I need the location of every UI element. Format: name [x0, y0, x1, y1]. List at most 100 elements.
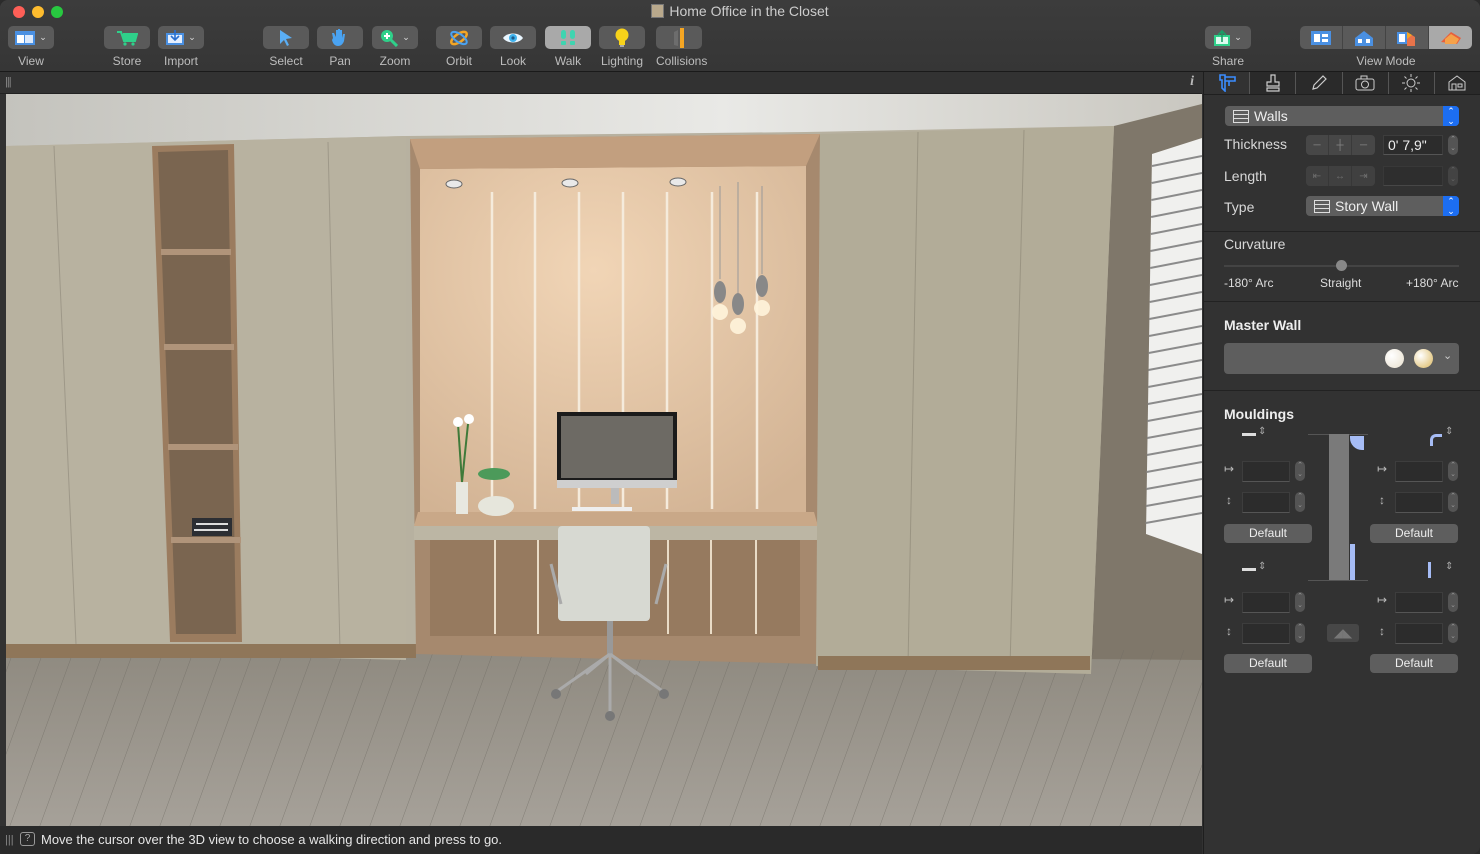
pencil-icon	[1312, 75, 1327, 90]
moulding-height-input[interactable]	[1242, 492, 1290, 513]
walk-tool-button[interactable]: Walk	[545, 26, 591, 68]
default-button[interactable]: Default	[1370, 654, 1458, 673]
zoom-tool-button[interactable]: ⌄ Zoom	[372, 26, 418, 68]
camera-icon	[1355, 75, 1375, 91]
panel-toggle-handle[interactable]: |||	[5, 834, 14, 846]
tab-building[interactable]	[1434, 72, 1480, 94]
length-input[interactable]	[1383, 166, 1443, 186]
walk-label: Walk	[554, 54, 582, 68]
length-stepper[interactable]: ⌃ ⌄	[1448, 166, 1458, 186]
master-wall-select[interactable]: ⌄	[1224, 343, 1459, 374]
window-blinds	[1145, 138, 1202, 554]
house-3d-icon	[1440, 31, 1461, 44]
moulding-width-stepper[interactable]: ⌃ ⌄	[1295, 461, 1305, 481]
moulding-height-input[interactable]	[1395, 623, 1443, 644]
import-label: Import	[163, 54, 198, 68]
tab-dimensions[interactable]	[1204, 72, 1251, 94]
import-button[interactable]: ⌄ Import	[158, 26, 204, 68]
moulding-width-stepper[interactable]: ⌃ ⌄	[1295, 592, 1305, 612]
moulding-height-input[interactable]	[1395, 492, 1443, 513]
moulding-wall-preview	[1329, 434, 1349, 580]
moulding-width-stepper[interactable]: ⌃ ⌄	[1448, 461, 1458, 481]
status-message: Move the cursor over the 3D view to choo…	[41, 832, 503, 847]
curvature-slider-thumb[interactable]	[1336, 260, 1347, 271]
moulding-profile-stepper[interactable]: ⇕	[1258, 561, 1266, 572]
anchor-left-button[interactable]: ⇤	[1306, 166, 1329, 186]
curvature-mid-label: Straight	[1320, 276, 1362, 290]
mirror-icon: ◢◣	[1333, 626, 1353, 640]
zoom-label: Zoom	[379, 54, 411, 68]
3d-view[interactable]	[6, 94, 1202, 826]
thickness-stepper[interactable]: ⌃ ⌄	[1448, 135, 1458, 155]
pan-tool-button[interactable]: Pan	[317, 26, 363, 68]
material-swatch	[1414, 349, 1433, 368]
tab-style[interactable]	[1250, 72, 1297, 94]
object-type-value: Walls	[1254, 108, 1288, 124]
tab-light[interactable]	[1388, 72, 1435, 94]
mirror-mouldings-button[interactable]: ◢◣	[1327, 624, 1359, 642]
width-icon: ↦	[1377, 593, 1388, 607]
object-type-select[interactable]: Walls ⌃ ⌄	[1225, 106, 1459, 126]
look-tool-button[interactable]: Look	[490, 26, 536, 68]
view-mode-3d[interactable]	[1429, 26, 1472, 49]
moulding-width-input[interactable]	[1242, 592, 1290, 613]
footsteps-icon	[561, 29, 575, 45]
moulding-height-stepper[interactable]: ⌃ ⌄	[1295, 492, 1305, 512]
width-icon: ↦	[1377, 462, 1388, 476]
hand-icon	[332, 28, 345, 46]
height-icon: ↕	[1379, 624, 1385, 638]
default-button[interactable]: Default	[1370, 524, 1458, 543]
stamp-icon	[1266, 74, 1280, 92]
window-layout-icon	[15, 30, 36, 45]
height-icon: ↕	[1226, 624, 1232, 638]
moulding-width-input[interactable]	[1395, 592, 1443, 613]
align-bottom-button[interactable]: ─	[1352, 135, 1375, 155]
moulding-height-stepper[interactable]: ⌃ ⌄	[1448, 623, 1458, 643]
width-icon: ↦	[1224, 593, 1235, 607]
select-tool-button[interactable]: Select	[263, 26, 309, 68]
moulding-profile-stepper[interactable]: ⇕	[1445, 561, 1453, 572]
thickness-input[interactable]: 0' 7,9"	[1383, 135, 1443, 155]
collisions-button[interactable]: Collisions	[656, 26, 707, 68]
view-mode-2d-plan[interactable]	[1300, 26, 1343, 49]
right-wardrobe	[816, 126, 1114, 674]
wall-type-select[interactable]: Story Wall ⌃ ⌄	[1306, 196, 1459, 216]
moulding-width-input[interactable]	[1242, 461, 1290, 482]
align-center-button[interactable]: ┼	[1329, 135, 1352, 155]
align-top-button[interactable]: ─	[1306, 135, 1329, 155]
moulding-profile-base-icon	[1428, 562, 1431, 578]
moulding-height-stepper[interactable]: ⌃ ⌄	[1295, 623, 1305, 643]
default-button[interactable]: Default	[1224, 654, 1312, 673]
moulding-profile-stepper[interactable]: ⇕	[1258, 426, 1266, 437]
moulding-profile-stepper[interactable]: ⇕	[1445, 426, 1453, 437]
tab-camera[interactable]	[1342, 72, 1389, 94]
moulding-height-input[interactable]	[1242, 623, 1290, 644]
curvature-min-label: -180° Arc	[1224, 276, 1274, 290]
moulding-width-stepper[interactable]: ⌃ ⌄	[1448, 592, 1458, 612]
anchor-center-button[interactable]: ↔	[1329, 166, 1352, 186]
inspector-panel: Walls ⌃ ⌄ Thickness ─ ┼ ─ 0' 7,9" ⌃ ⌄ Length…	[1203, 72, 1480, 854]
view-mode-elevation[interactable]	[1343, 26, 1386, 49]
view-button[interactable]: ⌄ View	[8, 26, 54, 68]
anchor-right-button[interactable]: ⇥	[1352, 166, 1375, 186]
document-icon	[651, 4, 665, 18]
length-anchor-control: ⇤ ↔ ⇥	[1306, 166, 1375, 186]
view-mode-split[interactable]	[1386, 26, 1429, 49]
orbit-tool-button[interactable]: Orbit	[436, 26, 482, 68]
tab-edit[interactable]	[1296, 72, 1343, 94]
store-button[interactable]: Store	[104, 26, 150, 68]
share-button[interactable]: ⌄ Share	[1205, 26, 1251, 68]
split-icon	[1397, 31, 1415, 46]
lightbulb-icon	[615, 28, 629, 47]
lighting-button[interactable]: Lighting	[599, 26, 645, 68]
moulding-height-stepper[interactable]: ⌃ ⌄	[1448, 492, 1458, 512]
3d-scene	[6, 94, 1202, 826]
info-icon[interactable]: i	[1190, 74, 1194, 90]
width-icon: ↦	[1224, 462, 1235, 476]
default-button[interactable]: Default	[1224, 524, 1312, 543]
elevation-icon	[1355, 30, 1373, 46]
sidebar-toggle-handle[interactable]: |||	[5, 76, 12, 88]
moulding-width-input[interactable]	[1395, 461, 1443, 482]
length-label: Length	[1224, 168, 1267, 184]
curvature-label: Curvature	[1224, 236, 1286, 252]
